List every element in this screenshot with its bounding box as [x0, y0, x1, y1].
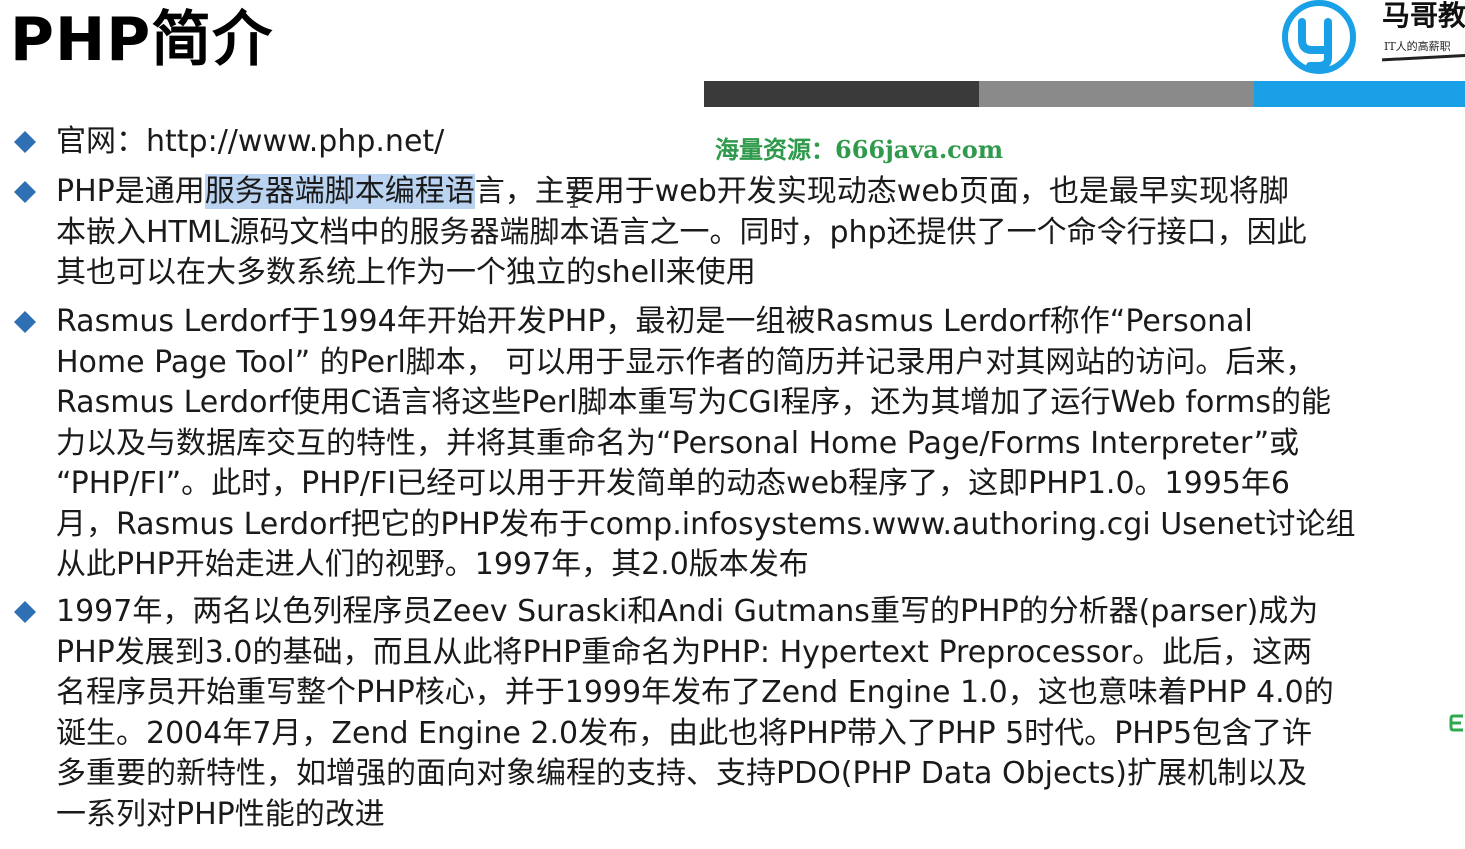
- bullet-line: 多重要的新特性，如增强的面向对象编程的支持、支持PDO(PHP Data Obj…: [56, 754, 1465, 795]
- bullet-line: PHP发展到3.0的基础，而且从此将PHP重命名为PHP: Hypertext …: [56, 633, 1465, 674]
- header-bar-dark: [704, 81, 979, 107]
- bullet-line: 1997年，两名以色列程序员Zeev Suraski和Andi Gutmans重…: [56, 592, 1465, 633]
- text-cursor-icon: [570, 186, 578, 208]
- text-segment: 力以及与数据库交互的特性，并将其重命名为“Personal Home Page/…: [56, 425, 1300, 461]
- bullet-line: PHP是通用服务器端脚本编程语言，主要用于web开发实现动态web页面，也是最早…: [56, 172, 1465, 213]
- bullet-line: 名程序员开始重写整个PHP核心，并于1999年发布了Zend Engine 1.…: [56, 673, 1465, 714]
- bullet-line: 月，Rasmus Lerdorf把它的PHP发布于comp.infosystem…: [56, 505, 1465, 546]
- text-segment: Rasmus Lerdorf于1994年开始开发PHP，最初是一组被Rasmus…: [56, 304, 1253, 339]
- bullet-line: Rasmus Lerdorf使用C语言将这些Perl脚本重写为CGI程序，还为其…: [56, 383, 1465, 424]
- bullet-line: 力以及与数据库交互的特性，并将其重命名为“Personal Home Page/…: [56, 424, 1465, 465]
- bullet-text: 1997年，两名以色列程序员Zeev Suraski和Andi Gutmans重…: [56, 592, 1465, 835]
- diamond-bullet-icon: [14, 601, 36, 623]
- text-segment: 诞生。2004年7月，Zend Engine 2.0发布，由此也将PHP带入了P…: [56, 715, 1313, 751]
- logo-slogan: IT人的高薪职: [1384, 40, 1451, 53]
- text-segment: Home Page Tool” 的Perl脚本， 可以用于显示作者的简历并记录用…: [56, 344, 1316, 380]
- text-segment: 名程序员开始重写整个PHP核心，并于1999年发布了Zend Engine 1.…: [56, 675, 1334, 710]
- bullet-line: 诞生。2004年7月，Zend Engine 2.0发布，由此也将PHP带入了P…: [56, 714, 1465, 755]
- text-segment: 本嵌入HTML源码文档中的服务器端脚本语言之一。同时，php还提供了一个命令行接…: [56, 214, 1307, 250]
- bullet-line: “PHP/FI”。此时，PHP/FI已经可以用于开发简单的动态web程序了，这即…: [56, 464, 1465, 505]
- header-bar: [704, 81, 1465, 107]
- slide-title: PHP简介: [10, 5, 274, 75]
- diamond-bullet-icon: [14, 131, 36, 153]
- diamond-bullet-icon: [14, 181, 36, 203]
- text-segment: “PHP/FI”。此时，PHP/FI已经可以用于开发简单的动态web程序了，这即…: [56, 466, 1290, 501]
- text-segment: Rasmus Lerdorf使用C语言将这些Perl脚本重写为CGI程序，还为其…: [56, 385, 1331, 420]
- text-segment: PHP发展到3.0的基础，而且从此将PHP重命名为PHP: Hypertext …: [56, 634, 1313, 670]
- text-segment: 言，主要用于web开发实现动态web页面，也是最早实现将脚: [474, 174, 1289, 209]
- bullet-line: 其也可以在大多数系统上作为一个独立的shell来使用: [56, 253, 1465, 294]
- text-segment: 其也可以在大多数系统上作为一个独立的shell来使用: [56, 255, 756, 290]
- bullet-line: 本嵌入HTML源码文档中的服务器端脚本语言之一。同时，php还提供了一个命令行接…: [56, 213, 1465, 254]
- bullet-text: PHP是通用服务器端脚本编程语言，主要用于web开发实现动态web页面，也是最早…: [56, 172, 1465, 294]
- text-segment: 多重要的新特性，如增强的面向对象编程的支持、支持PDO(PHP Data Obj…: [56, 756, 1307, 791]
- header-bar-blue: [1254, 81, 1465, 107]
- bullet-line: 官网：http://www.php.net/: [56, 122, 1465, 163]
- bullet-line: Home Page Tool” 的Perl脚本， 可以用于显示作者的简历并记录用…: [56, 343, 1465, 384]
- bullet-line: 一系列对PHP性能的改进: [56, 795, 1465, 836]
- green-edge-icon: [1449, 714, 1463, 732]
- text-segment: PHP是通用: [56, 174, 205, 209]
- bullet-line: Rasmus Lerdorf于1994年开始开发PHP，最初是一组被Rasmus…: [56, 302, 1465, 343]
- text-segment: 官网：http://www.php.net/: [56, 124, 445, 159]
- logo-name: 马哥教: [1382, 0, 1465, 32]
- selected-text: 服务器端脚本编程语: [204, 174, 475, 209]
- bullet-text: 官网：http://www.php.net/: [56, 122, 1465, 163]
- bullet-text: Rasmus Lerdorf于1994年开始开发PHP，最初是一组被Rasmus…: [56, 302, 1465, 586]
- diamond-bullet-icon: [14, 311, 36, 333]
- logo: 马哥教 IT人的高薪职: [1274, 0, 1465, 78]
- text-segment: 从此PHP开始走进人们的视野。1997年，其2.0版本发布: [56, 547, 809, 582]
- header-bar-gray: [979, 81, 1254, 107]
- text-segment: 1997年，两名以色列程序员Zeev Suraski和Andi Gutmans重…: [56, 594, 1319, 629]
- bullet-line: 从此PHP开始走进人们的视野。1997年，其2.0版本发布: [56, 545, 1465, 586]
- text-segment: 一系列对PHP性能的改进: [56, 796, 385, 832]
- text-segment: 月，Rasmus Lerdorf把它的PHP发布于comp.infosystem…: [56, 506, 1356, 542]
- logo-icon: [1282, 0, 1356, 74]
- logo-underline: [1381, 53, 1465, 62]
